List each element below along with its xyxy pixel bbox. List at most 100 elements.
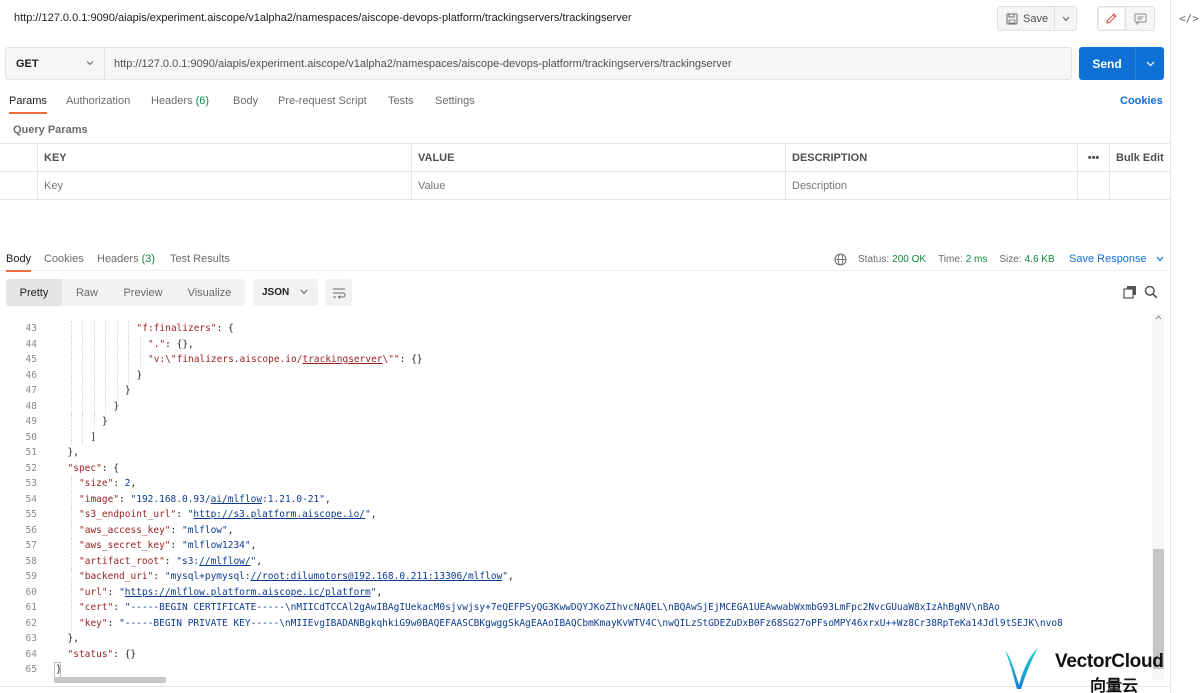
json-value[interactable]: ai/mlflow (211, 494, 262, 505)
view-pretty-button[interactable]: Pretty (6, 279, 62, 306)
time-value[interactable]: 2 ms (966, 254, 988, 265)
line-number: 64 (25, 648, 37, 660)
save-button-group[interactable]: Save (997, 6, 1077, 31)
tab-body[interactable]: Body (233, 95, 258, 107)
comment-icon (1134, 13, 1146, 25)
comments-button[interactable] (1126, 6, 1155, 31)
indent-guide (70, 398, 72, 414)
tab-headers-label: Headers (151, 95, 193, 107)
status-value[interactable]: 200 OK (892, 254, 926, 265)
url-input[interactable] (105, 47, 1072, 80)
indent-guide (82, 321, 83, 337)
code-text: "v:\"finalizers.aiscope.io/trackingserve… (148, 352, 423, 368)
copy-icon[interactable] (1123, 285, 1137, 299)
right-sidebar: </> (1170, 0, 1200, 693)
save-response-button[interactable]: Save Response (1069, 253, 1164, 265)
globe-icon[interactable] (834, 253, 847, 266)
indent-guide (70, 615, 72, 631)
indent-guide (93, 414, 95, 430)
view-raw-button[interactable]: Raw (62, 279, 112, 306)
tab-response-cookies-label: Cookies (44, 253, 84, 265)
save-button[interactable]: Save (998, 7, 1055, 30)
tab-tests[interactable]: Tests (388, 95, 414, 107)
json-key[interactable]: trackingserver (302, 354, 382, 365)
code-text: } (114, 399, 120, 415)
line-number: 49 (25, 416, 37, 427)
code-line: 57 "aws_secret_key": "mlflow1234", (0, 538, 1152, 554)
method-select[interactable]: GET (5, 47, 105, 80)
query-params-table: KEY VALUE DESCRIPTION ••• Bulk Edit (0, 143, 1170, 200)
json-value[interactable]: //root:dilumotors@192.168.0.211:13306/ml… (251, 571, 503, 582)
tab-response-headers[interactable]: Headers (3) (97, 253, 155, 265)
indent-guide (116, 336, 118, 352)
request-title[interactable]: http://127.0.0.1:9090/aiapis/experiment.… (14, 12, 632, 24)
indent-guide (116, 383, 118, 399)
scroll-up-arrow-icon[interactable] (1155, 314, 1162, 321)
tab-response-body[interactable]: Body (6, 253, 32, 272)
code-line: 49} (0, 414, 1152, 430)
edit-request-button[interactable] (1097, 6, 1126, 31)
tab-params[interactable]: Params (9, 95, 47, 114)
chevron-down-icon (1062, 16, 1069, 21)
indent-guide (70, 352, 72, 368)
tab-authorization[interactable]: Authorization (66, 95, 130, 107)
code-text: "f:finalizers": { (137, 321, 234, 337)
line-number: 55 (25, 509, 37, 520)
json-punctuation: } (125, 385, 131, 396)
size-value[interactable]: 4.6 KB (1025, 254, 1055, 265)
json-punctuation: , (376, 586, 383, 598)
pencil-icon (1106, 13, 1117, 24)
json-value[interactable]: //mlflow/ (199, 556, 250, 567)
response-body-viewer[interactable]: 43 "f:finalizers": {44 ".": {}, 45 "v:\"fina… (0, 314, 1152, 680)
code-text: "aws_access_key": "mlflow", (79, 523, 233, 539)
send-button-group[interactable]: Send (1079, 47, 1164, 80)
request-title-bar: http://127.0.0.1:9090/aiapis/experiment.… (0, 0, 1170, 38)
json-value[interactable]: http://s3.platform.aiscope.io/ (193, 509, 365, 520)
line-number: 50 (25, 431, 37, 443)
row-spacer-cell (1110, 172, 1170, 200)
code-snippet-icon[interactable]: </> (1179, 12, 1199, 25)
code-text: "url": "https://mlflow.platform.aiscope.… (79, 585, 382, 601)
tab-prerequest-script[interactable]: Pre-request Script (278, 95, 367, 107)
tab-settings[interactable]: Settings (435, 95, 475, 107)
tab-headers[interactable]: Headers (6) (151, 95, 209, 107)
horizontal-scrollbar-thumb[interactable] (54, 677, 166, 683)
json-punctuation: } (136, 369, 143, 381)
send-button[interactable]: Send (1079, 57, 1135, 71)
view-preview-button[interactable]: Preview (112, 279, 174, 306)
bracket-match-highlight (54, 662, 61, 678)
json-key: "cert" (79, 602, 114, 613)
save-options-button[interactable] (1055, 16, 1076, 22)
chevron-down-icon (300, 289, 308, 295)
json-key: "key" (79, 617, 108, 629)
json-punctuation: : {} (113, 648, 137, 660)
indent-guide (93, 321, 95, 337)
indent-guide (93, 352, 95, 368)
json-key: "url" (79, 586, 108, 598)
param-value-input[interactable] (418, 180, 785, 192)
json-punctuation: }, (67, 447, 79, 458)
send-options-button[interactable] (1135, 47, 1164, 80)
row-checkbox-cell (0, 172, 38, 200)
param-description-input[interactable] (792, 180, 1077, 192)
more-options-icon[interactable]: ••• (1078, 144, 1110, 172)
json-key: "." (148, 338, 166, 350)
search-icon[interactable] (1144, 285, 1158, 299)
indent-guide (70, 491, 72, 507)
tab-response-cookies[interactable]: Cookies (44, 253, 84, 265)
param-key-input[interactable] (44, 180, 411, 192)
bulk-edit-button[interactable]: Bulk Edit (1110, 144, 1170, 172)
watermark-text: VectorCloud (1055, 651, 1164, 672)
json-value[interactable]: https://mlflow.platform.aiscope.ic/platf… (125, 587, 371, 598)
wrap-lines-button[interactable] (325, 279, 352, 306)
tab-test-results[interactable]: Test Results (170, 253, 230, 265)
view-visualize-button[interactable]: Visualize (174, 279, 245, 306)
format-select[interactable]: JSON (253, 279, 318, 306)
cookies-link[interactable]: Cookies (1120, 95, 1163, 107)
code-text: "cert": "-----BEGIN CERTIFICATE-----\nMI… (79, 600, 1000, 616)
json-key: "v:\"finalizers.aiscope.io/ (148, 354, 303, 365)
indent-guide (128, 352, 129, 368)
code-text: "size": 2, (79, 476, 136, 492)
time-label: Time: (938, 254, 963, 265)
code-line-partial (0, 314, 1152, 321)
